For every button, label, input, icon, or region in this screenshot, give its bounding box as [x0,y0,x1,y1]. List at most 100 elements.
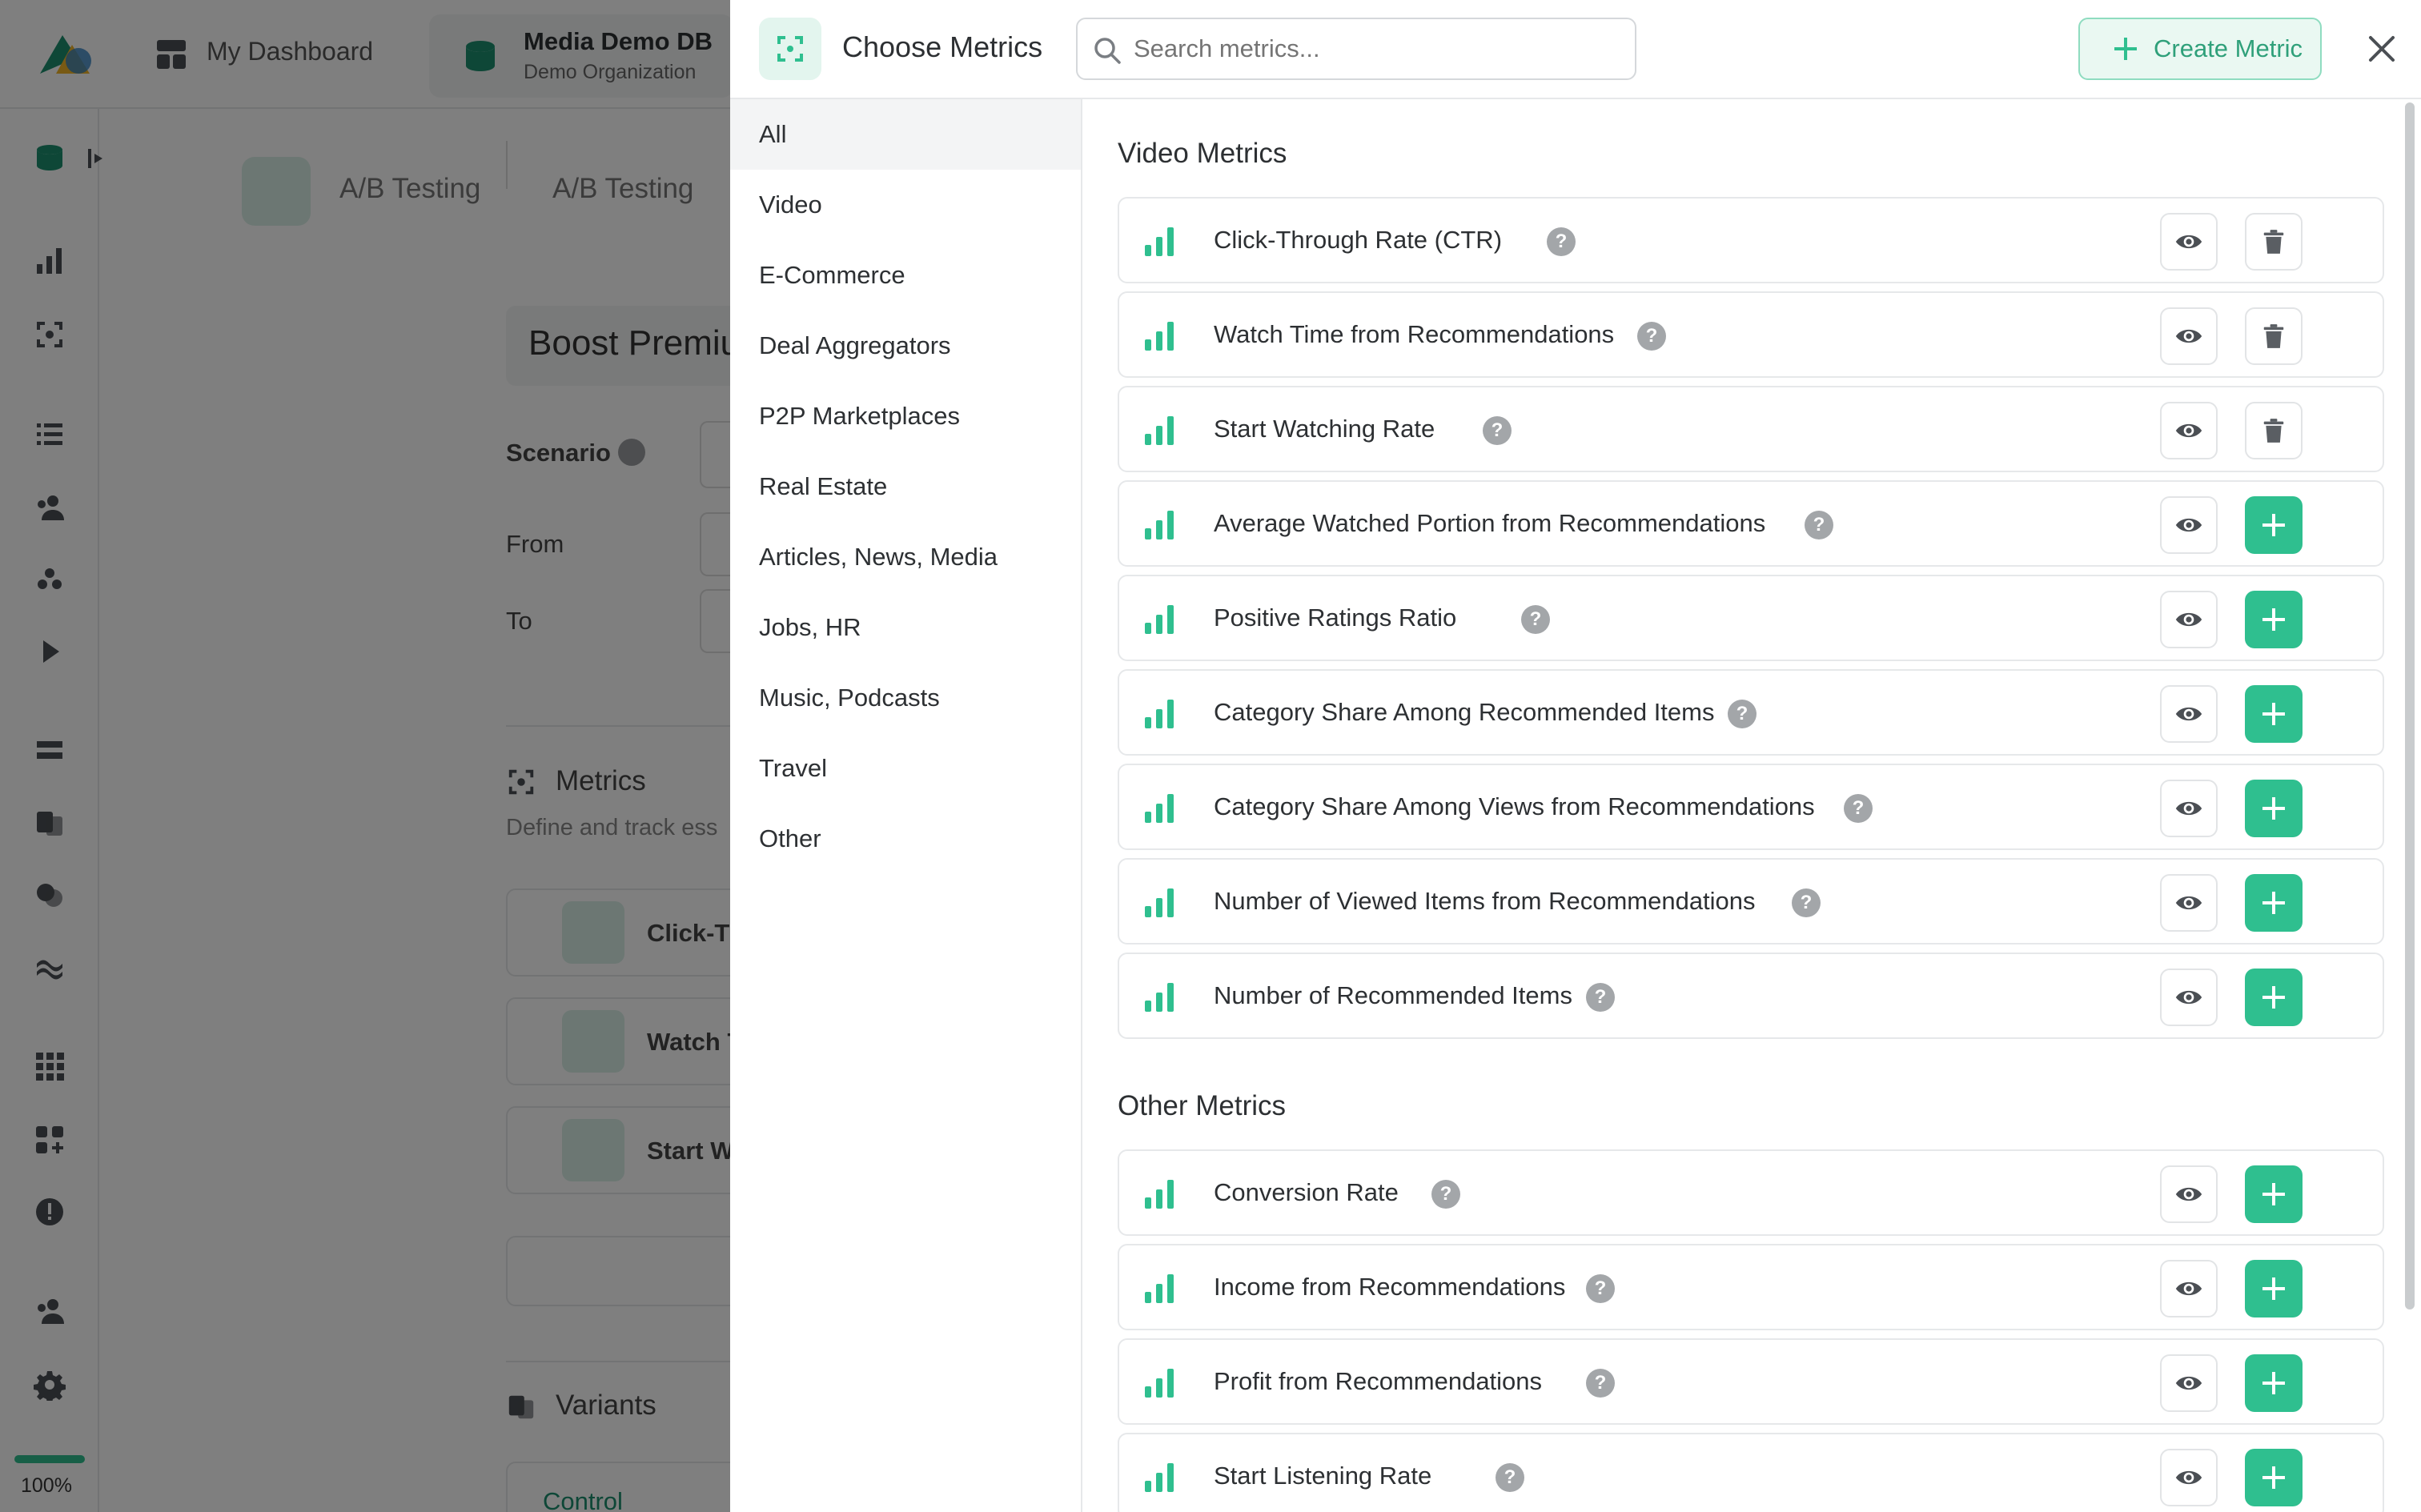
preview-button[interactable] [2160,969,2218,1026]
metric-name: Category Share Among Views from Recommen… [1214,792,1815,820]
close-icon[interactable] [2367,34,2397,64]
help-icon[interactable]: ? [1586,983,1615,1012]
help-icon[interactable]: ? [1547,227,1576,256]
help-icon[interactable]: ? [1792,888,1821,917]
create-metric-button[interactable]: Create Metric [2078,18,2322,80]
help-icon[interactable]: ? [1496,1463,1524,1492]
metric-chart-icon [1143,1463,1175,1492]
add-metric-button[interactable] [2245,1165,2303,1223]
help-icon[interactable]: ? [1586,1369,1615,1398]
preview-button[interactable] [2160,496,2218,554]
category-item[interactable]: E-Commerce [730,240,1081,311]
section-title: Video Metrics [1118,138,1287,169]
category-item[interactable]: P2P Marketplaces [730,381,1081,451]
metric-chart-icon [1143,794,1175,823]
metric-row[interactable]: Watch Time from Recommendations? [1118,291,2384,378]
delete-metric-button[interactable] [2245,402,2303,459]
metric-row[interactable]: Click-Through Rate (CTR)? [1118,197,2384,283]
metric-row[interactable]: Category Share Among Recommended Items? [1118,669,2384,756]
metric-row[interactable]: Start Watching Rate? [1118,386,2384,472]
metric-row[interactable]: Number of Recommended Items? [1118,953,2384,1039]
category-item[interactable]: Real Estate [730,451,1081,522]
eye-icon [2174,1467,2203,1488]
add-metric-button[interactable] [2245,1354,2303,1412]
help-icon[interactable]: ? [1586,1274,1615,1303]
plus-icon [2259,983,2288,1012]
preview-button[interactable] [2160,780,2218,837]
plus-icon [2259,1274,2288,1303]
trash-icon [2262,229,2285,255]
metric-row[interactable]: Positive Ratings Ratio? [1118,575,2384,661]
category-item[interactable]: Jobs, HR [730,592,1081,663]
preview-button[interactable] [2160,307,2218,365]
add-metric-button[interactable] [2245,874,2303,932]
plus-icon [2114,38,2137,60]
metric-name: Start Watching Rate [1214,415,1435,443]
metric-row[interactable]: Start Listening Rate? [1118,1433,2384,1512]
help-icon[interactable]: ? [1805,511,1833,539]
add-metric-button[interactable] [2245,969,2303,1026]
metric-chart-icon [1143,888,1175,917]
metric-name: Average Watched Portion from Recommendat… [1214,509,1766,537]
metric-row[interactable]: Average Watched Portion from Recommendat… [1118,480,2384,567]
panel-header: Choose Metrics Create Metric [730,0,2421,99]
trash-icon [2262,418,2285,443]
metric-row[interactable]: Conversion Rate? [1118,1149,2384,1236]
plus-icon [2259,605,2288,634]
panel-title: Choose Metrics [842,30,1043,63]
plus-icon [2259,794,2288,823]
add-metric-button[interactable] [2245,685,2303,743]
search-box[interactable] [1076,18,1636,80]
category-item[interactable]: Travel [730,733,1081,804]
add-metric-button[interactable] [2245,591,2303,648]
help-icon[interactable]: ? [1728,700,1757,728]
preview-button[interactable] [2160,1165,2218,1223]
preview-button[interactable] [2160,1354,2218,1412]
metric-row[interactable]: Profit from Recommendations? [1118,1338,2384,1425]
trash-icon [2262,323,2285,349]
preview-button[interactable] [2160,213,2218,271]
metric-chart-icon [1143,1274,1175,1303]
preview-button[interactable] [2160,402,2218,459]
help-icon[interactable]: ? [1521,605,1550,634]
eye-icon [2174,515,2203,535]
delete-metric-button[interactable] [2245,307,2303,365]
preview-button[interactable] [2160,874,2218,932]
category-item[interactable]: All [730,99,1081,170]
choose-metrics-icon [759,18,821,80]
preview-button[interactable] [2160,1449,2218,1506]
metric-name: Watch Time from Recommendations [1214,320,1615,348]
help-icon[interactable]: ? [1844,794,1873,823]
metric-row[interactable]: Income from Recommendations? [1118,1244,2384,1330]
search-icon [1094,38,1121,64]
plus-icon [2259,511,2288,539]
metric-name: Profit from Recommendations [1214,1367,1543,1395]
metric-name: Positive Ratings Ratio [1214,604,1457,632]
add-metric-button[interactable] [2245,496,2303,554]
preview-button[interactable] [2160,591,2218,648]
help-icon[interactable]: ? [1637,322,1666,351]
choose-metrics-panel: Choose Metrics Create Metric AllVideoE-C… [730,0,2421,1512]
add-metric-button[interactable] [2245,1260,2303,1317]
category-item[interactable]: Video [730,170,1081,240]
help-icon[interactable]: ? [1431,1180,1460,1209]
category-item[interactable]: Deal Aggregators [730,311,1081,381]
add-metric-button[interactable] [2245,1449,2303,1506]
delete-metric-button[interactable] [2245,213,2303,271]
metric-name: Income from Recommendations [1214,1273,1566,1301]
preview-button[interactable] [2160,685,2218,743]
search-input[interactable] [1134,27,1622,70]
metric-row[interactable]: Category Share Among Views from Recommen… [1118,764,2384,850]
scrollbar-thumb[interactable] [2405,102,2415,1309]
metric-chart-icon [1143,322,1175,351]
category-item[interactable]: Music, Podcasts [730,663,1081,733]
add-metric-button[interactable] [2245,780,2303,837]
eye-icon [2174,1184,2203,1205]
metric-row[interactable]: Number of Viewed Items from Recommendati… [1118,858,2384,944]
metric-chart-icon [1143,227,1175,256]
preview-button[interactable] [2160,1260,2218,1317]
category-item[interactable]: Articles, News, Media [730,522,1081,592]
metric-chart-icon [1143,1369,1175,1398]
category-item[interactable]: Other [730,804,1081,874]
help-icon[interactable]: ? [1483,416,1512,445]
